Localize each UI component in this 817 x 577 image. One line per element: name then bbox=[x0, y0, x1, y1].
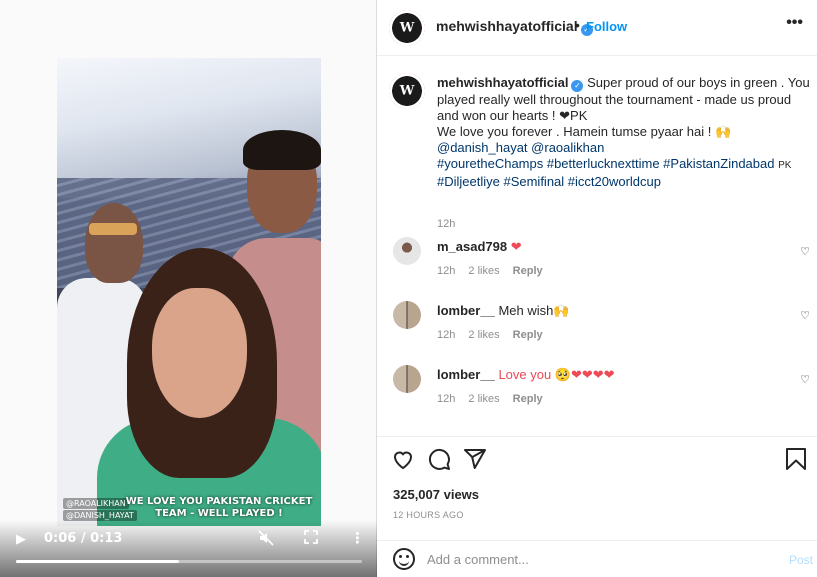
more-vertical-icon[interactable]: ⋮ bbox=[350, 530, 365, 546]
comment-icon[interactable] bbox=[427, 447, 451, 477]
comment-likes[interactable]: 2 likes bbox=[468, 393, 499, 405]
avatar-letter: W bbox=[399, 20, 415, 36]
comment-text: m_asad798 ❤ bbox=[437, 239, 522, 255]
flag-pk: PK bbox=[778, 160, 792, 171]
comment-time[interactable]: 12h bbox=[437, 329, 455, 341]
heart-icon[interactable] bbox=[391, 447, 415, 477]
verified-badge-icon: ✓ bbox=[571, 80, 584, 92]
list-item: m_asad798 ❤ 12h 2 likes Reply ♡ bbox=[389, 237, 813, 293]
person-left-glasses bbox=[89, 223, 137, 235]
caption-hashtags-2[interactable]: #Diljeetliye #Semifinal #icct20worldcup bbox=[437, 174, 661, 189]
caption-username[interactable]: mehwishhayatofficial bbox=[437, 75, 568, 90]
comment-avatar[interactable] bbox=[393, 237, 421, 265]
share-icon[interactable] bbox=[463, 447, 487, 477]
comment-body: Love you 🥺❤❤❤❤ bbox=[498, 367, 615, 382]
comment-text: lomber__ Meh wish🙌 bbox=[437, 303, 570, 319]
heart-svg bbox=[393, 451, 413, 470]
comment-username[interactable]: lomber__ bbox=[437, 303, 495, 318]
caption-line-2: We love you forever . Hamein tumse pyaar… bbox=[437, 124, 732, 139]
reply-button[interactable]: Reply bbox=[513, 329, 543, 341]
video-time: 0:06 / 0:13 bbox=[44, 531, 123, 546]
comment-username[interactable]: lomber__ bbox=[437, 367, 495, 382]
person-right-hair bbox=[243, 130, 321, 170]
comments-list[interactable]: W mehwishhayatofficial ✓ Super proud of o… bbox=[377, 57, 817, 435]
fullscreen-icon[interactable] bbox=[304, 530, 318, 547]
comment-meta: 12h 2 likes Reply bbox=[437, 265, 553, 277]
share-svg bbox=[464, 449, 486, 469]
fullscreen-svg bbox=[304, 530, 318, 544]
person-left-head bbox=[85, 203, 143, 283]
comment-input[interactable] bbox=[427, 547, 767, 571]
reply-button[interactable]: Reply bbox=[513, 265, 543, 277]
media-panel: @RAOALIKHAN @DANISH_HAYAT WE LOVE YOU PA… bbox=[0, 0, 377, 577]
header-username: mehwishhayatofficial bbox=[436, 18, 578, 34]
view-count-text: 325,007 views bbox=[393, 487, 480, 502]
video-frame[interactable]: @RAOALIKHAN @DANISH_HAYAT WE LOVE YOU PA… bbox=[57, 58, 321, 526]
video-overlay-caption: WE LOVE YOU PAKISTAN CRICKET TEAM - WELL… bbox=[125, 496, 313, 519]
video-progress-fill bbox=[16, 560, 179, 563]
more-options-icon[interactable]: ••• bbox=[786, 14, 803, 32]
post-panel: W mehwishhayatofficial ✓ • Follow ••• W m… bbox=[377, 0, 817, 577]
video-progress-bar[interactable] bbox=[16, 560, 362, 563]
heart-icon[interactable]: ♡ bbox=[800, 245, 810, 258]
post-button[interactable]: Post bbox=[789, 553, 813, 567]
follow-button[interactable]: Follow bbox=[586, 19, 627, 34]
comment-username[interactable]: m_asad798 bbox=[437, 239, 507, 254]
caption-text: mehwishhayatofficial ✓ Super proud of our… bbox=[437, 75, 815, 190]
caption-hashtags-1[interactable]: #youretheChamps #betterlucknexttime #Pak… bbox=[437, 156, 774, 171]
comment-svg bbox=[428, 448, 450, 470]
reply-button[interactable]: Reply bbox=[513, 393, 543, 405]
avatar[interactable]: W bbox=[389, 10, 425, 46]
header-username-link[interactable]: mehwishhayatofficial ✓ bbox=[436, 18, 593, 36]
emoji-smile-icon[interactable] bbox=[393, 548, 415, 570]
header-separator: • bbox=[575, 17, 580, 33]
post-actions: 325,007 views 12 HOURS AGO bbox=[377, 436, 817, 536]
comment-avatar[interactable] bbox=[393, 301, 421, 329]
mention-danish-hayat[interactable]: @danish_hayat bbox=[437, 140, 528, 155]
comment-text: lomber__ Love you 🥺❤❤❤❤ bbox=[437, 367, 615, 383]
list-item: lomber__ Meh wish🙌 12h 2 likes Reply ♡ bbox=[389, 301, 813, 357]
play-icon[interactable]: ▶ bbox=[16, 532, 26, 548]
bookmark-icon[interactable] bbox=[785, 447, 807, 477]
mention-raoalikhan[interactable]: @raoalikhan bbox=[531, 140, 604, 155]
comment-avatar[interactable] bbox=[393, 365, 421, 393]
comment-meta: 12h 2 likes Reply bbox=[437, 393, 553, 405]
heart-icon[interactable]: ♡ bbox=[800, 373, 810, 386]
comment-time[interactable]: 12h bbox=[437, 393, 455, 405]
comment-likes[interactable]: 2 likes bbox=[468, 265, 499, 277]
list-item: lomber__ Love you 🥺❤❤❤❤ 12h 2 likes Repl… bbox=[389, 365, 813, 421]
person-main-face bbox=[152, 288, 247, 418]
bookmark-svg bbox=[786, 448, 806, 470]
caption-timestamp[interactable]: 12h bbox=[437, 218, 455, 230]
volume-muted-svg bbox=[258, 530, 274, 546]
view-count[interactable]: 325,007 views bbox=[393, 487, 479, 502]
comment-body: Meh wish🙌 bbox=[498, 303, 570, 318]
post-header: W mehwishhayatofficial ✓ • Follow ••• bbox=[377, 0, 817, 56]
post-timestamp[interactable]: 12 HOURS AGO bbox=[393, 510, 464, 520]
add-comment-bar: Post bbox=[377, 540, 817, 577]
heart-icon[interactable]: ♡ bbox=[800, 309, 810, 322]
comment-body: ❤ bbox=[510, 239, 522, 254]
caption-avatar-letter: W bbox=[399, 83, 415, 99]
comment-meta: 12h 2 likes Reply bbox=[437, 329, 553, 341]
caption-avatar[interactable]: W bbox=[389, 73, 425, 109]
comment-time[interactable]: 12h bbox=[437, 265, 455, 277]
comment-likes[interactable]: 2 likes bbox=[468, 329, 499, 341]
video-controls: ▶ 0:06 / 0:13 ⋮ bbox=[0, 520, 377, 577]
volume-muted-icon[interactable] bbox=[258, 530, 274, 549]
